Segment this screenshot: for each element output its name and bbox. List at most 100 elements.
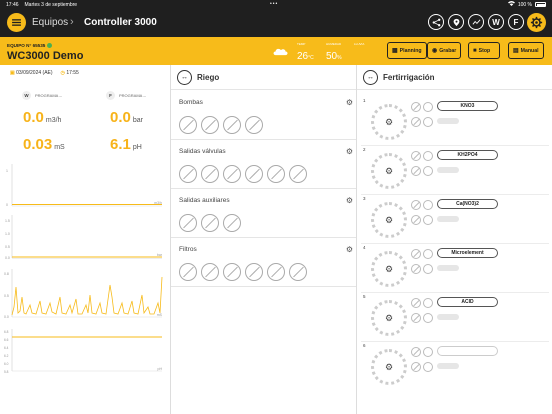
- humidity-value: 50: [326, 51, 338, 62]
- valve-disabled-icon[interactable]: [411, 117, 421, 127]
- trend-chart-icon: [472, 19, 480, 25]
- meter-icon[interactable]: [423, 117, 433, 127]
- output-disabled-icon[interactable]: [245, 263, 263, 281]
- fert-level-bar: [437, 363, 459, 369]
- equipo-number: EQUIPO N° 65535: [7, 43, 46, 48]
- gear-icon[interactable]: ⚙: [346, 245, 353, 254]
- meter-icon[interactable]: [423, 313, 433, 323]
- valve-disabled-icon[interactable]: [411, 249, 421, 259]
- chemical-name[interactable]: [437, 346, 498, 356]
- map-pin-icon: [453, 18, 459, 26]
- expand-arrows-icon[interactable]: ↔: [177, 70, 192, 85]
- gear-icon[interactable]: ⚙: [346, 98, 353, 107]
- auxiliares-outputs: [179, 214, 355, 232]
- valve-disabled-icon[interactable]: [411, 362, 421, 372]
- fert-dial[interactable]: ⚙: [371, 153, 407, 189]
- output-disabled-icon[interactable]: [223, 263, 241, 281]
- output-disabled-icon[interactable]: [223, 214, 241, 232]
- fert-button[interactable]: F: [508, 14, 524, 30]
- menu-button[interactable]: [7, 13, 26, 32]
- gear-icon[interactable]: ⚙: [346, 147, 353, 156]
- grabar-button[interactable]: ◉ Grabar: [427, 42, 462, 59]
- meter-icon[interactable]: [423, 166, 433, 176]
- location-button[interactable]: [448, 14, 464, 30]
- valve-disabled-icon[interactable]: [411, 264, 421, 274]
- valve-disabled-icon[interactable]: [411, 215, 421, 225]
- meter-icon[interactable]: [423, 215, 433, 225]
- share-network-button[interactable]: [428, 14, 444, 30]
- stop-icon: ■: [473, 47, 477, 54]
- gear-icon: ⚙: [380, 358, 398, 376]
- output-disabled-icon[interactable]: [179, 165, 197, 183]
- output-disabled-icon[interactable]: [201, 165, 219, 183]
- fert-dial[interactable]: ⚙: [371, 251, 407, 287]
- fert-level-bar: [437, 265, 459, 271]
- chemical-name[interactable]: Ca(NO3)2: [437, 199, 498, 209]
- gear-icon: [530, 16, 543, 29]
- output-disabled-icon[interactable]: [289, 263, 307, 281]
- battery-icon: [535, 2, 546, 7]
- ph-ytick: 6.4: [4, 346, 9, 350]
- output-disabled-icon[interactable]: [223, 116, 241, 134]
- water-button[interactable]: W: [488, 14, 504, 30]
- multitask-dots[interactable]: •••: [270, 1, 278, 7]
- planning-button[interactable]: ▦ Planning: [387, 42, 427, 59]
- device-name: WC3000 Demo: [7, 50, 84, 62]
- chemical-name[interactable]: Microelement: [437, 248, 498, 258]
- drop-icon[interactable]: [423, 102, 433, 112]
- output-disabled-icon[interactable]: [289, 165, 307, 183]
- valve-disabled-icon[interactable]: [411, 200, 421, 210]
- output-disabled-icon[interactable]: [179, 116, 197, 134]
- chemical-name[interactable]: KH2PO4: [437, 150, 498, 160]
- output-disabled-icon[interactable]: [201, 116, 219, 134]
- valve-disabled-icon[interactable]: [411, 347, 421, 357]
- valve-disabled-icon[interactable]: [411, 151, 421, 161]
- drop-icon[interactable]: [423, 298, 433, 308]
- drop-icon[interactable]: [423, 249, 433, 259]
- valve-disabled-icon[interactable]: [411, 102, 421, 112]
- record-icon: ◉: [432, 48, 438, 54]
- fert-number: 2: [363, 147, 366, 152]
- drop-icon[interactable]: [423, 200, 433, 210]
- group-title: Salidas válvulas: [179, 148, 226, 155]
- ph-ytick: 6.0: [4, 362, 9, 366]
- output-disabled-icon[interactable]: [179, 214, 197, 232]
- ph-value: 6.1 pH: [110, 136, 142, 153]
- settings-button[interactable]: [527, 13, 546, 32]
- gear-icon[interactable]: ⚙: [346, 196, 353, 205]
- stop-button[interactable]: ■ Stop: [468, 42, 500, 59]
- ec-ytick: 0.0: [4, 315, 9, 319]
- valve-disabled-icon[interactable]: [411, 166, 421, 176]
- chemical-name[interactable]: ACID: [437, 297, 498, 307]
- output-disabled-icon[interactable]: [201, 214, 219, 232]
- fert-dial[interactable]: ⚙: [371, 104, 407, 140]
- chemical-name[interactable]: KNO3: [437, 101, 498, 111]
- manual-button[interactable]: ▤ Manual: [508, 42, 544, 59]
- output-disabled-icon[interactable]: [267, 165, 285, 183]
- group-salidas-valvulas: Salidas válvulas ⚙: [179, 147, 355, 183]
- drop-icon[interactable]: [423, 347, 433, 357]
- output-disabled-icon[interactable]: [245, 165, 263, 183]
- trend-button[interactable]: [468, 14, 484, 30]
- fert-dial[interactable]: ⚙: [371, 202, 407, 238]
- output-disabled-icon[interactable]: [201, 263, 219, 281]
- meter-icon[interactable]: [423, 264, 433, 274]
- wifi-icon: [507, 1, 515, 8]
- breadcrumb-equipos[interactable]: Equipos: [32, 17, 68, 28]
- valve-disabled-icon[interactable]: [411, 313, 421, 323]
- output-disabled-icon[interactable]: [267, 263, 285, 281]
- expand-arrows-icon[interactable]: ↔: [363, 70, 378, 85]
- output-disabled-icon[interactable]: [179, 263, 197, 281]
- output-disabled-icon[interactable]: [223, 165, 241, 183]
- page-title: Controller 3000: [84, 17, 157, 28]
- meter-icon[interactable]: [423, 362, 433, 372]
- valve-disabled-icon[interactable]: [411, 298, 421, 308]
- fert-row-6: 6 ⚙: [361, 343, 549, 391]
- fert-dial[interactable]: ⚙: [371, 300, 407, 336]
- fert-number: 6: [363, 343, 366, 348]
- drop-icon[interactable]: [423, 151, 433, 161]
- water-program-label: PROGRAMA --: [35, 93, 62, 98]
- fert-dial[interactable]: ⚙: [371, 349, 407, 385]
- fert-level-bar: [437, 314, 459, 320]
- output-disabled-icon[interactable]: [245, 116, 263, 134]
